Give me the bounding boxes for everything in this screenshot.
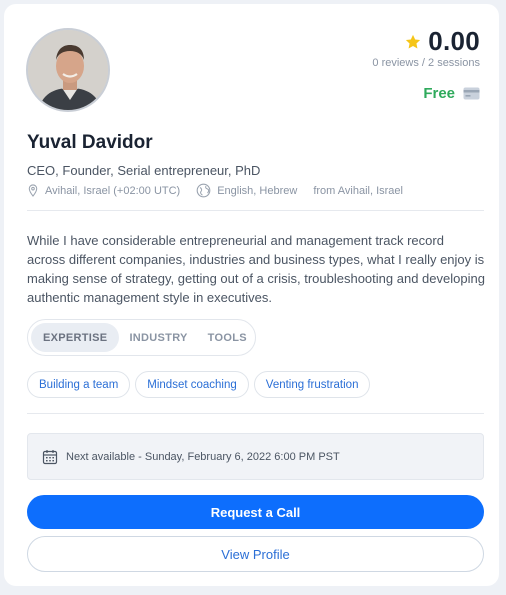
reviews-count: 0 reviews / 2 sessions [372, 57, 480, 69]
rating: 0.00 [404, 26, 480, 57]
expertise-chips: Building a team Mindset coaching Venting… [27, 371, 371, 398]
rating-score: 0.00 [428, 26, 480, 56]
next-available-box: Next available - Sunday, February 6, 202… [27, 433, 484, 480]
location-text: Avihail, Israel (+02:00 UTC) [45, 184, 181, 197]
divider [27, 413, 484, 414]
globe-icon [196, 183, 211, 198]
next-available-text: Next available - Sunday, February 6, 202… [66, 450, 340, 463]
tab-tools[interactable]: TOOLS [198, 323, 257, 352]
price-label: Free [423, 85, 455, 102]
divider [27, 210, 484, 211]
location-pin-icon [28, 184, 38, 197]
credit-card-icon [463, 87, 480, 100]
price: Free [423, 85, 480, 102]
request-call-button[interactable]: Request a Call [27, 495, 484, 529]
chip-building-a-team[interactable]: Building a team [27, 371, 131, 398]
mentor-meta: Avihail, Israel (+02:00 UTC) English, He… [27, 183, 403, 198]
avatar[interactable] [26, 28, 110, 112]
view-profile-button[interactable]: View Profile [27, 536, 484, 572]
tab-industry[interactable]: INDUSTRY [119, 323, 197, 352]
calendar-icon [42, 449, 58, 464]
languages-text: English, Hebrew [217, 184, 298, 197]
mentor-title: CEO, Founder, Serial entrepreneur, PhD [27, 163, 261, 178]
category-tabs: EXPERTISE INDUSTRY TOOLS [27, 319, 256, 356]
tab-expertise[interactable]: EXPERTISE [31, 323, 120, 352]
chip-venting-frustration[interactable]: Venting frustration [253, 371, 371, 398]
star-icon [406, 34, 421, 48]
mentor-name[interactable]: Yuval Davidor [27, 132, 153, 154]
chip-mindset-coaching[interactable]: Mindset coaching [135, 371, 249, 398]
origin-text: from Avihail, Israel [313, 184, 403, 197]
mentor-bio: While I have considerable entrepreneuria… [27, 233, 485, 305]
mentor-card: 0.00 0 reviews / 2 sessions Free Yuval D… [4, 4, 499, 586]
